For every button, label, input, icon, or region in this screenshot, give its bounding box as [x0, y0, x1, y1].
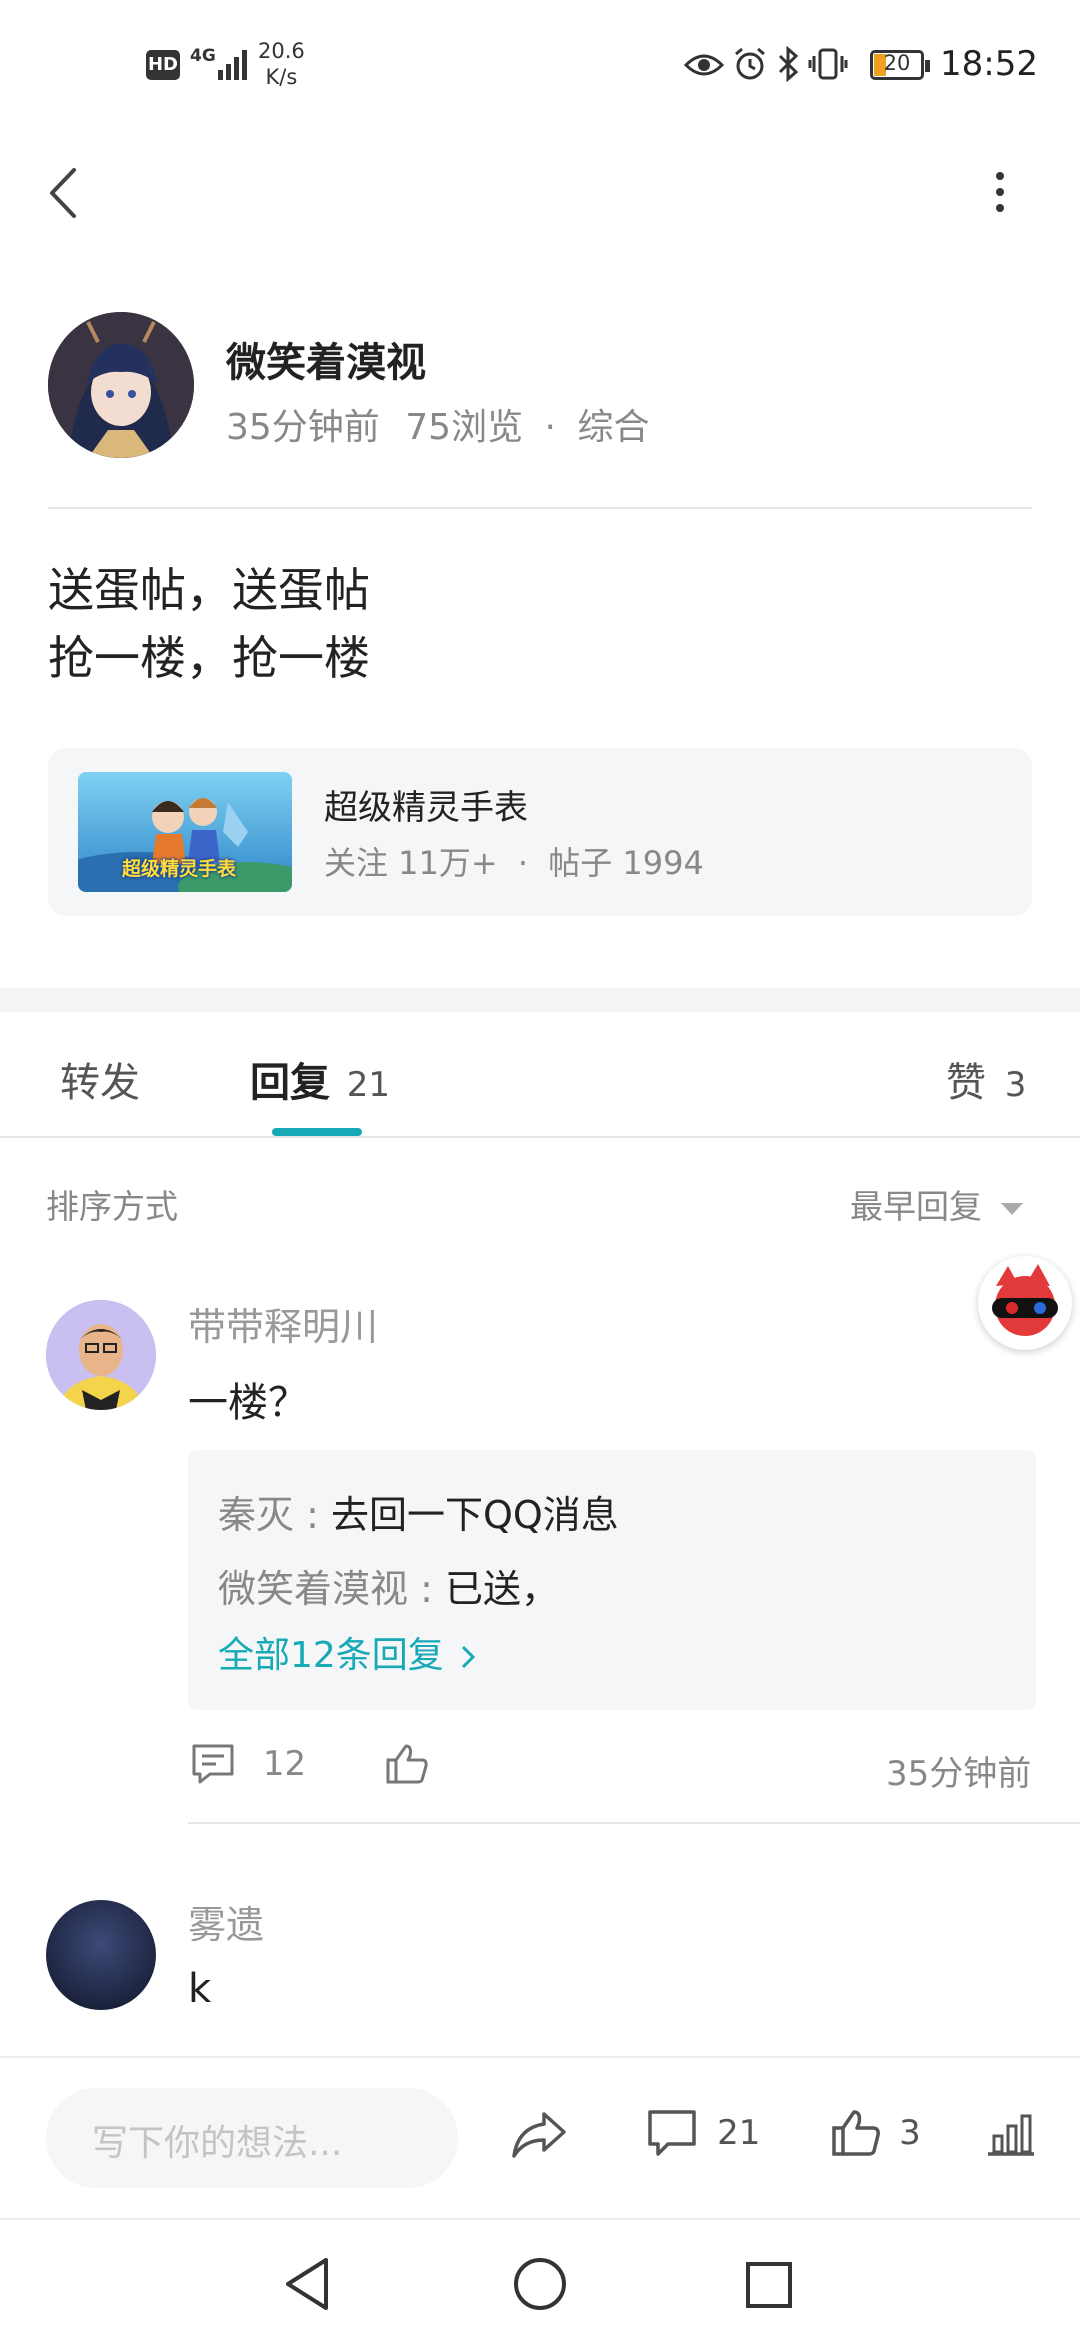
post-line-1: 送蛋帖，送蛋帖	[48, 563, 370, 617]
view-all-replies-link[interactable]: 全部12条回复	[218, 1626, 477, 1678]
status-bar: HD 4G 20.6 K/s 20 18:52	[0, 0, 1080, 130]
post-content: 送蛋帖，送蛋帖 抢一楼，抢一楼	[48, 556, 370, 692]
nav-back-button[interactable]	[282, 2256, 334, 2316]
reply-username[interactable]: 秦灭	[218, 1493, 294, 1537]
post-meta: 35分钟前 75浏览 · 综合	[226, 398, 649, 450]
hd-icon: HD	[146, 50, 180, 80]
reply-item: 秦灭 : 去回一下QQ消息	[218, 1484, 619, 1539]
reply-preview-box[interactable]: 秦灭 : 去回一下QQ消息 微笑着漠视 : 已送， 全部12条回复	[188, 1450, 1036, 1710]
reply-separator: :	[408, 1567, 445, 1611]
reply-separator: :	[294, 1493, 331, 1537]
game-stats-separator: ·	[517, 844, 529, 882]
comment-username[interactable]: 雾遗	[188, 1894, 264, 1949]
net-speed: 20.6 K/s	[258, 38, 305, 90]
floating-assistant-button[interactable]	[978, 1256, 1072, 1350]
game-posts: 帖子 1994	[548, 844, 704, 882]
stats-button[interactable]	[986, 2112, 1036, 2160]
view-all-replies-label: 全部12条回复	[218, 1635, 444, 1676]
signal-icon	[188, 44, 248, 88]
sort-dropdown[interactable]: 最早回复	[850, 1180, 1025, 1228]
more-options-button[interactable]	[990, 170, 1010, 214]
square-recents-icon	[746, 2262, 792, 2308]
comment-text: 一楼？	[188, 1380, 308, 1426]
chevron-right-icon	[462, 1645, 476, 1669]
meta-separator: ·	[544, 407, 556, 448]
comment-avatar[interactable]	[46, 1900, 156, 2010]
circle-home-icon	[514, 2258, 566, 2310]
reply-username[interactable]: 微笑着漠视	[218, 1567, 408, 1611]
game-card[interactable]: 超级精灵手表 超级精灵手表 关注 11万+ · 帖子 1994	[48, 748, 1032, 916]
post-views: 75浏览	[405, 407, 524, 448]
game-name: 超级精灵手表	[324, 788, 528, 828]
comment-like-button[interactable]	[384, 1742, 430, 1790]
bottom-like-count: 3	[899, 2113, 921, 2153]
tab-likes[interactable]: 赞 3	[946, 1050, 1026, 1108]
thumbs-up-icon	[832, 2110, 880, 2156]
comment-input-placeholder: 写下你的想法...	[92, 2123, 343, 2164]
system-nav-bar	[0, 2218, 1080, 2340]
author-name[interactable]: 微笑着漠视	[226, 330, 426, 388]
caret-down-icon	[1000, 1202, 1023, 1215]
comment-reply-button[interactable]: 12	[190, 1742, 306, 1786]
eye-icon	[683, 50, 725, 84]
bottom-like-button[interactable]: 3	[830, 2108, 921, 2158]
clock: 18:52	[940, 44, 1038, 84]
sort-value: 最早回复	[850, 1187, 982, 1226]
bottom-action-bar: 写下你的想法... 21 3	[0, 2056, 1080, 2216]
net-speed-unit: K/s	[265, 65, 298, 89]
triangle-back-icon	[286, 2258, 328, 2310]
back-button[interactable]	[44, 164, 84, 222]
thumbs-up-icon	[386, 1744, 428, 1784]
nav-recents-button[interactable]	[744, 2260, 794, 2314]
game-thumbnail: 超级精灵手表	[78, 772, 292, 892]
sort-label: 排序方式	[46, 1187, 178, 1226]
vibrate-icon	[808, 46, 848, 86]
net-speed-value: 20.6	[258, 39, 305, 63]
comment-reply-count: 12	[262, 1744, 307, 1784]
comment-input[interactable]: 写下你的想法...	[46, 2088, 458, 2188]
tab-reply-count: 21	[346, 1065, 390, 1105]
game-thumbnail-title: 超级精灵手表	[122, 858, 237, 880]
tab-likes-count: 3	[1004, 1065, 1027, 1105]
post-category: 综合	[577, 407, 650, 448]
bar-chart-icon	[988, 2114, 1034, 2156]
comment-text: k	[188, 1966, 212, 2012]
hd-label: HD	[147, 54, 178, 75]
comment-icon	[648, 2110, 696, 2156]
post-line-2: 抢一楼，抢一楼	[48, 631, 370, 685]
reply-text: 去回一下QQ消息	[330, 1493, 619, 1537]
share-icon	[512, 2112, 566, 2158]
author-divider	[48, 507, 1032, 509]
post-time: 35分钟前	[226, 407, 380, 448]
nav-home-button[interactable]	[512, 2256, 568, 2316]
reply-item: 微笑着漠视 : 已送，	[218, 1558, 559, 1613]
comment-avatar[interactable]	[46, 1300, 156, 1410]
tab-likes-label: 赞	[946, 1060, 986, 1106]
game-followers: 关注 11万+	[324, 844, 498, 882]
comment-icon	[192, 1744, 234, 1784]
alarm-icon	[732, 46, 768, 86]
section-divider	[0, 988, 1080, 1012]
bluetooth-icon	[776, 45, 800, 86]
tabs-divider	[0, 1136, 1080, 1138]
author-avatar[interactable]	[48, 312, 194, 458]
tab-reply[interactable]: 回复 21	[250, 1050, 390, 1108]
battery-icon: 20	[870, 50, 930, 80]
reply-text: 已送，	[444, 1567, 559, 1611]
battery-level: 20	[883, 51, 911, 75]
comment-username[interactable]: 带带释明川	[188, 1296, 378, 1351]
bottom-comment-button[interactable]: 21	[646, 2108, 760, 2158]
comment-time: 35分钟前	[886, 1754, 1032, 1794]
game-stats: 关注 11万+ · 帖子 1994	[324, 838, 704, 884]
comment-divider	[188, 1822, 1080, 1824]
tab-active-indicator	[272, 1128, 362, 1136]
tab-reply-label: 回复	[250, 1060, 330, 1106]
share-button[interactable]	[510, 2110, 568, 2164]
tab-repost[interactable]: 转发	[60, 1050, 140, 1108]
bottom-comment-count: 21	[717, 2113, 761, 2153]
